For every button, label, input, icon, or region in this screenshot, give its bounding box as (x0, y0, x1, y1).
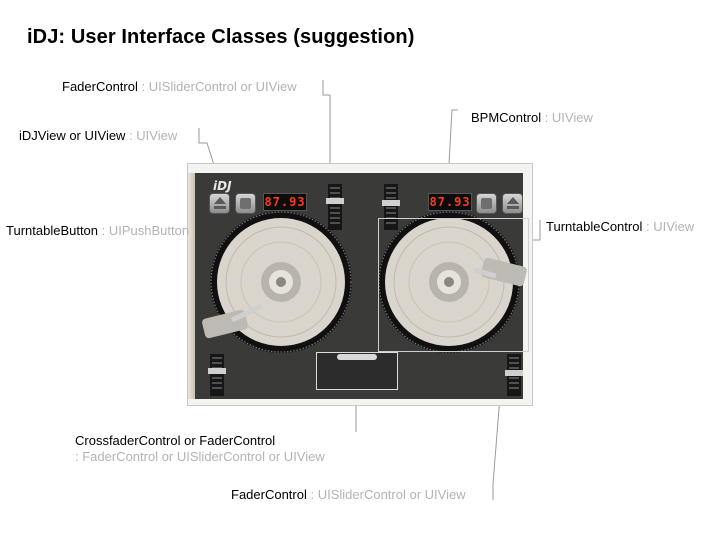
left-stop-button[interactable] (235, 193, 256, 214)
left-turntable (202, 211, 352, 353)
callout-name: BPMControl (471, 110, 542, 125)
callout-name: CrossfaderControl or FaderControl (75, 433, 276, 448)
left-top-fader (326, 184, 344, 230)
right-eject-button[interactable] (502, 193, 523, 214)
callout-bpm: BPMControl : UIView (471, 110, 593, 126)
callout-turntable-control: TurntableControl : UIView (546, 219, 694, 235)
idj-logo: iDJ (213, 179, 232, 193)
callout-name: TurntableControl (546, 219, 643, 234)
callout-type: : UISliderControl or UIView (137, 79, 297, 94)
callout-type: : FaderControl or UISliderControl or UIV… (75, 449, 325, 464)
callout-idjview: iDJView or UIView : UIView (19, 128, 177, 144)
callout-type: : UISliderControl or UIView (306, 487, 466, 502)
callout-type: : UIView (642, 219, 695, 234)
callout-type: : UIView (541, 110, 593, 125)
callout-type: : UIPushButton (98, 223, 190, 238)
left-bpm-display: 87.93 (263, 193, 307, 211)
callout-crossfader: CrossfaderControl or FaderControl : Fade… (75, 433, 325, 465)
callout-name: iDJView or UIView (19, 128, 126, 143)
callout-type: : UIView (125, 128, 178, 143)
right-bpm-display: 87.93 (428, 193, 472, 211)
callout-fader-top: FaderControl : UISliderControl or UIView (62, 79, 297, 95)
callout-fader-bottom: FaderControl : UISliderControl or UIView (231, 487, 466, 503)
callout-name: TurntableButton (6, 223, 99, 238)
crossfader-label-plate (337, 354, 377, 360)
callout-turntable-button: TurntableButton : UIPushButton (6, 223, 189, 239)
callout-name: FaderControl (231, 487, 307, 502)
crossfader-control[interactable] (316, 352, 398, 390)
turntable-control-outline (378, 218, 529, 352)
callout-name: FaderControl (62, 79, 138, 94)
right-bottom-fader (505, 354, 523, 396)
right-stop-button[interactable] (476, 193, 497, 214)
left-bottom-fader (208, 354, 226, 396)
left-eject-button[interactable] (209, 193, 230, 214)
